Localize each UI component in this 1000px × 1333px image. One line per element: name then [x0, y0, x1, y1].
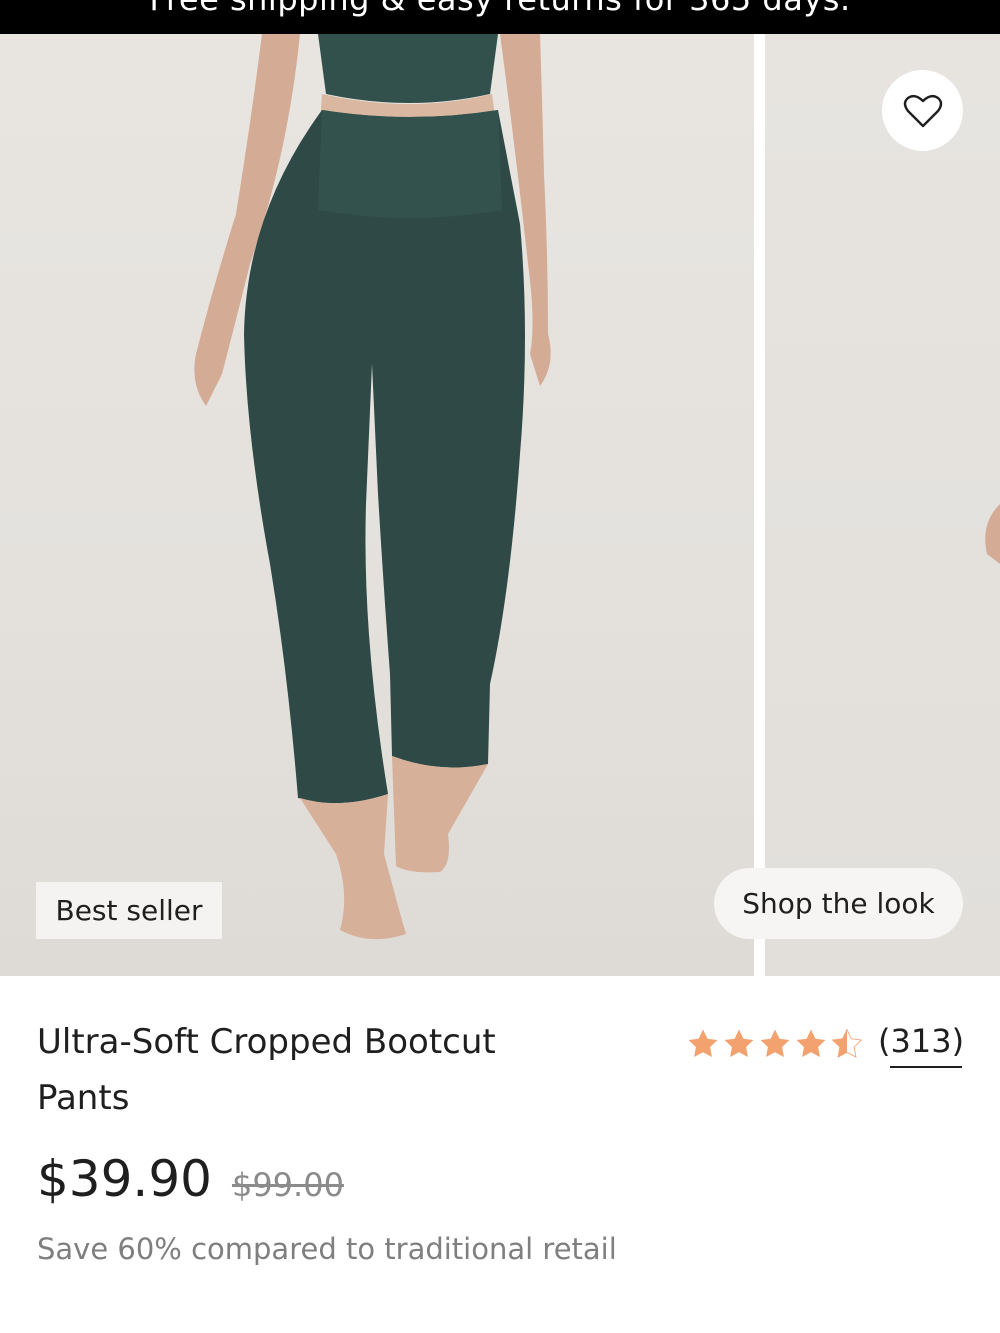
star-rating	[686, 1027, 864, 1061]
wishlist-button[interactable]	[882, 70, 963, 151]
product-image-gallery[interactable]: Best seller Shop the look	[0, 34, 1000, 976]
model-illustration	[194, 34, 551, 940]
shop-the-look-button[interactable]: Shop the look	[714, 868, 963, 939]
star-full-icon	[724, 1029, 754, 1058]
promo-banner: Free shipping & easy returns for 365 day…	[0, 0, 1000, 34]
review-count: (313)	[878, 1022, 965, 1060]
product-photo-next[interactable]	[765, 34, 1000, 976]
product-photo-main[interactable]	[0, 34, 754, 976]
promo-banner-text: Free shipping & easy returns for 365 day…	[0, 0, 1000, 18]
star-full-icon	[688, 1029, 718, 1058]
original-price: $99.00	[231, 1166, 344, 1204]
review-count-link[interactable]: (313)	[878, 1022, 965, 1068]
star-full-icon	[796, 1029, 826, 1058]
star-full-icon	[760, 1029, 790, 1058]
sale-price: $39.90	[37, 1150, 212, 1208]
review-count-underline	[890, 1066, 963, 1068]
heart-icon	[903, 94, 942, 127]
star-half-icon	[831, 1028, 863, 1058]
next-photo-illustration	[985, 504, 1000, 564]
best-seller-badge: Best seller	[36, 882, 222, 939]
product-title: Ultra-Soft Cropped Bootcut Pants	[37, 1022, 496, 1118]
price-row: $39.90 $99.00	[37, 1150, 344, 1208]
rating-summary[interactable]: (313)	[686, 1020, 964, 1068]
savings-note: Save 60% compared to traditional retail	[37, 1232, 617, 1266]
